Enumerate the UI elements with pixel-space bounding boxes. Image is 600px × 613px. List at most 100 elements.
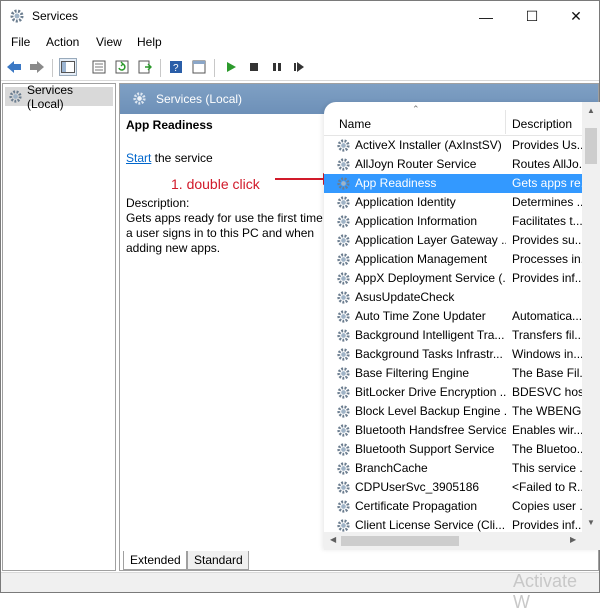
menu-help[interactable]: Help <box>137 35 162 49</box>
selected-service-title: App Readiness <box>126 118 213 132</box>
refresh-icon[interactable] <box>113 58 131 76</box>
svg-text:?: ? <box>173 63 179 74</box>
service-description: BDESVC hos... <box>512 385 582 399</box>
forward-arrow-icon[interactable] <box>28 58 46 76</box>
service-row[interactable]: AppX Deployment Service (... Provides inf… <box>324 269 582 288</box>
gear-icon <box>336 252 351 269</box>
service-name: AppX Deployment Service (... <box>355 271 506 285</box>
scroll-up-icon[interactable]: ▲ <box>587 106 595 115</box>
service-row[interactable]: BranchCache This service ... <box>324 459 582 478</box>
gear-icon <box>336 404 351 421</box>
title-bar[interactable]: Services — ☐ ✕ <box>1 1 599 32</box>
minimize-button[interactable]: — <box>463 1 509 32</box>
tab-standard[interactable]: Standard <box>187 551 249 570</box>
service-row[interactable]: Background Intelligent Tra... Transfers f… <box>324 326 582 345</box>
start-suffix: the service <box>151 151 213 165</box>
service-row[interactable]: Background Tasks Infrastr... Windows in..… <box>324 345 582 364</box>
scroll-down-icon[interactable]: ▼ <box>587 518 595 527</box>
service-name: Client License Service (Cli... <box>355 518 506 532</box>
service-row[interactable]: BitLocker Drive Encryption ... BDESVC hos… <box>324 383 582 402</box>
restart-service-icon[interactable] <box>290 58 308 76</box>
service-row[interactable]: Application Layer Gateway ... Provides su… <box>324 231 582 250</box>
column-header-name[interactable]: Name <box>339 117 371 131</box>
service-row[interactable]: AsusUpdateCheck <box>324 288 582 307</box>
list-header: ⌃ Name Description <box>324 102 600 136</box>
service-row[interactable]: Application Management Processes in... <box>324 250 582 269</box>
back-arrow-icon[interactable] <box>5 58 23 76</box>
console-tree-icon[interactable] <box>59 58 77 76</box>
horizontal-scrollbar[interactable]: ◀ ▶ <box>324 532 582 550</box>
scroll-left-icon[interactable]: ◀ <box>330 535 336 544</box>
service-row[interactable]: AllJoyn Router Service Routes AllJo... <box>324 155 582 174</box>
close-button[interactable]: ✕ <box>553 1 599 32</box>
service-name: BranchCache <box>355 461 428 475</box>
service-row[interactable]: Bluetooth Support Service The Bluetoo... <box>324 440 582 459</box>
help-icon[interactable]: ? <box>167 58 185 76</box>
gear-icon <box>336 290 351 307</box>
service-name: CDPUserSvc_3905186 <box>355 480 480 494</box>
maximize-button[interactable]: ☐ <box>509 1 555 32</box>
menu-file[interactable]: File <box>11 35 30 49</box>
service-row[interactable]: Application Information Facilitates t... <box>324 212 582 231</box>
gear-icon <box>336 233 351 250</box>
service-name: Application Identity <box>355 195 456 209</box>
stop-service-icon[interactable] <box>245 58 263 76</box>
gear-icon <box>336 480 351 497</box>
services-window: Services — ☐ ✕ File Action View Help ? S… <box>0 0 600 612</box>
service-description: Copies user ... <box>512 499 582 513</box>
vertical-scroll-thumb[interactable] <box>585 128 597 164</box>
start-service-link[interactable]: Start <box>126 151 151 165</box>
gear-icon <box>336 271 351 288</box>
service-row[interactable]: ActiveX Installer (AxInstSV) Provides Us.… <box>324 136 582 155</box>
gear-icon <box>132 91 147 109</box>
horizontal-scroll-thumb[interactable] <box>341 536 459 546</box>
description-text: Gets apps ready for use the first time a… <box>126 211 323 255</box>
activation-watermark: Activate W <box>513 571 578 612</box>
status-bar <box>1 572 599 592</box>
show-hide-action-pane-icon[interactable] <box>190 58 208 76</box>
gear-icon <box>336 423 351 440</box>
service-name: BitLocker Drive Encryption ... <box>355 385 506 399</box>
gear-icon <box>336 138 351 155</box>
gear-icon <box>336 157 351 174</box>
service-name: Certificate Propagation <box>355 499 478 513</box>
window-title: Services <box>32 9 79 23</box>
gear-icon <box>336 214 351 231</box>
scroll-right-icon[interactable]: ▶ <box>570 535 576 544</box>
gear-icon <box>336 176 351 193</box>
service-description: Determines ... <box>512 195 582 209</box>
service-row[interactable]: Bluetooth Handsfree Service Enables wir..… <box>324 421 582 440</box>
menu-bar: File Action View Help <box>1 32 599 52</box>
tab-extended[interactable]: Extended <box>123 551 187 570</box>
service-description: This service ... <box>512 461 582 475</box>
service-name: Application Layer Gateway ... <box>355 233 506 247</box>
service-row[interactable]: Application Identity Determines ... <box>324 193 582 212</box>
annotation-label: 1. double click <box>171 176 260 192</box>
service-row[interactable]: Auto Time Zone Updater Automatica... <box>324 307 582 326</box>
pause-service-icon[interactable] <box>268 58 286 76</box>
export-list-icon[interactable] <box>136 58 154 76</box>
service-description: Windows in... <box>512 347 582 361</box>
start-service-icon[interactable] <box>222 58 240 76</box>
service-name: Block Level Backup Engine ... <box>355 404 506 418</box>
service-row[interactable]: Base Filtering Engine The Base Fil... <box>324 364 582 383</box>
services-rows: ActiveX Installer (AxInstSV) Provides Us.… <box>324 136 582 535</box>
properties-icon[interactable] <box>90 58 108 76</box>
gear-icon <box>336 347 351 364</box>
service-name: Bluetooth Handsfree Service <box>355 423 506 437</box>
menu-action[interactable]: Action <box>46 35 79 49</box>
vertical-scrollbar[interactable]: ▲ ▼ <box>582 102 600 532</box>
gear-icon <box>336 442 351 459</box>
service-description: Provides inf... <box>512 518 582 532</box>
service-row[interactable]: App Readiness Gets apps re... <box>324 174 582 193</box>
service-row[interactable]: CDPUserSvc_3905186 <Failed to R... <box>324 478 582 497</box>
tree-item-services-local[interactable]: Services (Local) <box>5 83 113 111</box>
column-header-description[interactable]: Description <box>512 117 572 131</box>
service-description: The WBENG... <box>512 404 582 418</box>
service-row[interactable]: Block Level Backup Engine ... The WBENG..… <box>324 402 582 421</box>
service-description: Provides inf... <box>512 271 582 285</box>
service-row[interactable]: Certificate Propagation Copies user ... <box>324 497 582 516</box>
service-name: AllJoyn Router Service <box>355 157 477 171</box>
menu-view[interactable]: View <box>96 35 122 49</box>
service-name: App Readiness <box>355 176 437 190</box>
